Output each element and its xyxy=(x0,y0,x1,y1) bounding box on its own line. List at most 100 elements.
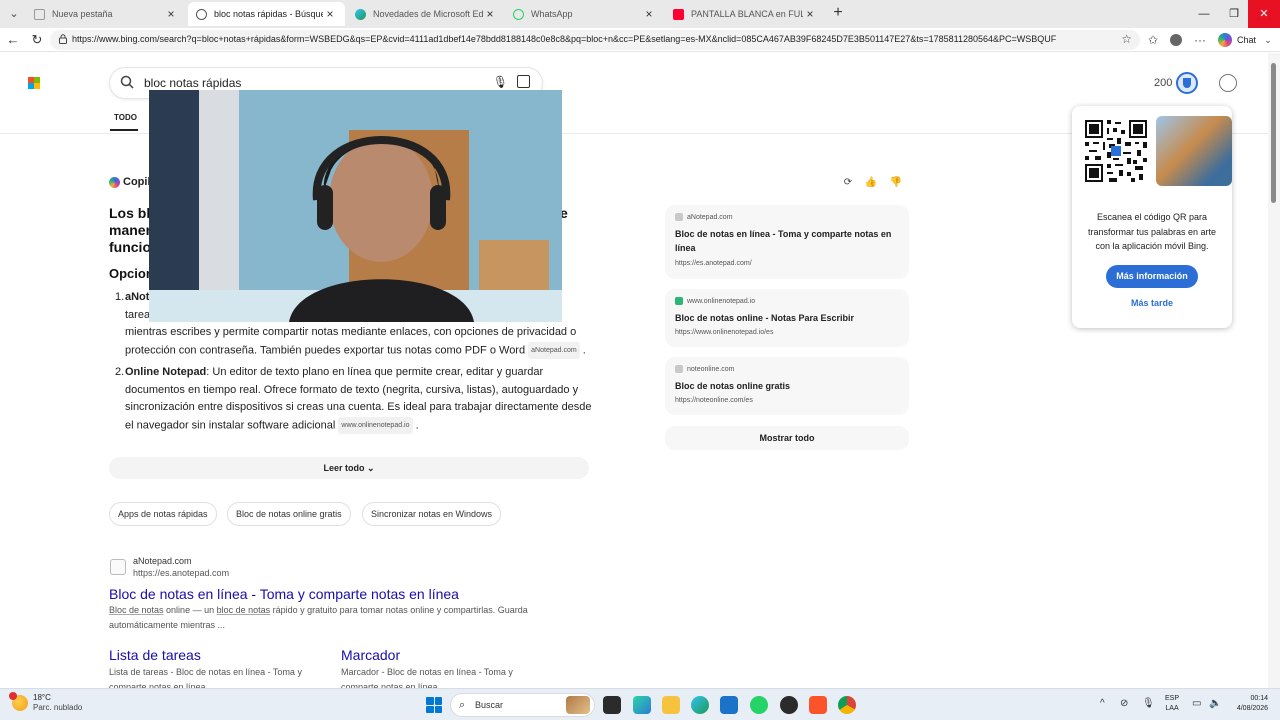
show-all-button[interactable]: Mostrar todo xyxy=(665,426,909,450)
url-text: https://www.bing.com/search?q=bloc+notas… xyxy=(72,34,1057,44)
edge-icon[interactable] xyxy=(691,696,709,714)
tab-label: PANTALLA BLANCA en FULL HD L xyxy=(691,9,803,19)
display-icon[interactable]: ▭ xyxy=(1192,698,1201,709)
read-all-button[interactable]: Leer todo ⌄ xyxy=(109,457,589,479)
rewards-icon[interactable] xyxy=(1176,72,1198,94)
scrollbar-thumb[interactable] xyxy=(1271,63,1276,203)
network-off-icon[interactable]: ⊘ xyxy=(1120,698,1128,709)
source-title: Bloc de notas online - Notas Para Escrib… xyxy=(675,313,855,323)
webcam-overlay xyxy=(149,90,562,322)
thumbs-up-icon[interactable]: 👍 xyxy=(864,177,878,191)
qr-code xyxy=(1083,118,1149,184)
tab-todo[interactable]: TODO xyxy=(114,113,137,122)
close-tab-icon[interactable]: × xyxy=(642,7,656,21)
result-title-link[interactable]: Bloc de notas en línea - Toma y comparte… xyxy=(109,586,459,602)
clock[interactable]: 00:14 4/08/2026 xyxy=(1228,694,1268,714)
search-highlight-icon xyxy=(566,696,590,714)
weather-widget[interactable]: 18°C Parc. nublado xyxy=(9,692,82,713)
rewards-points[interactable]: 200 xyxy=(1154,77,1172,89)
tab-whatsapp[interactable]: WhatsApp × xyxy=(505,2,664,26)
copy-answer-icon[interactable]: ⟳ xyxy=(841,177,855,191)
source-card[interactable]: noteonline.com Bloc de notas online grat… xyxy=(665,357,909,415)
chevron-up-icon[interactable]: ^ xyxy=(1100,698,1105,709)
sublink-title[interactable]: Marcador xyxy=(341,647,400,663)
microphone-icon[interactable]: 🎙 xyxy=(1142,698,1155,709)
new-tab-button[interactable]: + xyxy=(829,4,847,22)
promo-artwork xyxy=(1156,116,1232,186)
address-bar: ← ↻ https://www.bing.com/search?q=bloc+n… xyxy=(0,28,1280,52)
task-view-icon[interactable] xyxy=(603,696,621,714)
citation-badge[interactable]: aNotepad.com xyxy=(528,341,580,359)
refresh-button[interactable]: ↻ xyxy=(28,31,46,49)
sublink-title[interactable]: Lista de tareas xyxy=(109,647,201,663)
back-button[interactable]: ← xyxy=(4,31,22,49)
later-button[interactable]: Más tarde xyxy=(1072,298,1232,308)
tab-bar: ⌄ Nueva pestaña × bloc notas rápidas - B… xyxy=(0,0,1280,28)
qr-popup-text: Escanea el código QR para transformar tu… xyxy=(1087,212,1217,251)
close-tab-icon[interactable]: × xyxy=(483,7,497,21)
start-button[interactable] xyxy=(426,697,442,713)
chat-label: Chat xyxy=(1237,35,1257,45)
tab-edge-news[interactable]: Novedades de Microsoft Edge × xyxy=(347,2,505,26)
microsoft-logo[interactable] xyxy=(28,77,40,89)
copilot-chat-button[interactable]: Chat xyxy=(1218,31,1256,49)
whatsapp-icon[interactable] xyxy=(750,696,768,714)
result-site: aNotepad.com xyxy=(133,556,192,566)
taskbar-search[interactable]: ⌕ Buscar xyxy=(450,693,595,717)
obs-icon[interactable] xyxy=(780,696,798,714)
visual-search-icon[interactable] xyxy=(517,75,530,88)
related-chip[interactable]: Sincronizar notas en Windows xyxy=(362,502,502,526)
source-card[interactable]: aNotepad.com Bloc de notas en línea - To… xyxy=(665,205,909,279)
chrome-icon[interactable] xyxy=(838,696,856,714)
store-icon[interactable] xyxy=(720,696,738,714)
more-options-icon[interactable]: ··· xyxy=(1192,32,1208,48)
search-icon xyxy=(120,75,134,89)
source-url: https://noteonline.com/es xyxy=(675,397,753,404)
copilot-app-icon[interactable] xyxy=(633,696,651,714)
site-favicon-icon xyxy=(110,559,126,575)
answer-subheading: Opcion xyxy=(109,266,154,281)
favorites-icon[interactable]: ✩ xyxy=(1145,32,1161,48)
tab-label: Novedades de Microsoft Edge xyxy=(373,9,483,19)
profile-icon[interactable] xyxy=(1168,32,1184,48)
vertical-scrollbar[interactable] xyxy=(1268,53,1280,688)
list-item: Online Notepad: Un editor de texto plano… xyxy=(125,364,597,435)
maximize-button[interactable]: ❐ xyxy=(1218,0,1250,28)
minimize-button[interactable]: — xyxy=(1188,0,1220,28)
more-info-button[interactable]: Más información xyxy=(1106,265,1198,288)
brave-icon[interactable] xyxy=(809,696,827,714)
result-url[interactable]: https://es.anotepad.com xyxy=(133,568,229,578)
speaker-icon[interactable]: 🔈 xyxy=(1209,698,1221,709)
tab-bing-search[interactable]: bloc notas rápidas - Búsqueda × xyxy=(188,2,345,26)
close-window-button[interactable]: ✕ xyxy=(1248,0,1280,28)
copilot-icon xyxy=(1218,33,1232,47)
result-snippet: Bloc de notas online — un bloc de notas … xyxy=(109,605,528,630)
thumbs-down-icon[interactable]: 👎 xyxy=(889,177,903,191)
webcam-video xyxy=(149,90,562,322)
list-item-text: mientras escribes y permite compartir no… xyxy=(125,326,577,338)
active-tab-indicator xyxy=(110,129,138,131)
sublink-snippet: Lista de tareas - Bloc de notas en línea… xyxy=(109,667,302,688)
tab-nueva-pestana[interactable]: Nueva pestaña × xyxy=(26,2,186,26)
sublink-snippet: Marcador - Bloc de notas en línea - Toma… xyxy=(341,667,513,688)
favorite-star-icon[interactable]: ☆ xyxy=(1121,32,1132,46)
source-url: https://es.anotepad.com/ xyxy=(675,260,752,267)
close-tab-icon[interactable]: × xyxy=(164,7,178,21)
user-avatar-icon[interactable] xyxy=(1219,74,1237,92)
chevron-down-icon[interactable]: ⌄ xyxy=(1260,32,1276,48)
search-icon: ⌕ xyxy=(459,699,466,711)
related-chip[interactable]: Apps de notas rápidas xyxy=(109,502,217,526)
site-favicon-icon xyxy=(675,213,683,221)
related-chip[interactable]: Bloc de notas online gratis xyxy=(227,502,351,526)
citation-badge[interactable]: www.onlinenotepad.io xyxy=(338,416,413,434)
tab-youtube[interactable]: PANTALLA BLANCA en FULL HD L × xyxy=(665,2,825,26)
tab-list-icon[interactable]: ⌄ xyxy=(4,4,24,24)
site-favicon-icon xyxy=(675,365,683,373)
microphone-icon[interactable]: 🎙 xyxy=(493,75,508,89)
language-indicator[interactable]: ESP LAA xyxy=(1165,694,1179,714)
close-tab-icon[interactable]: × xyxy=(323,7,337,21)
url-field[interactable]: https://www.bing.com/search?q=bloc+notas… xyxy=(50,30,1140,50)
source-card[interactable]: www.onlinenotepad.io Bloc de notas onlin… xyxy=(665,289,909,347)
file-explorer-icon[interactable] xyxy=(662,696,680,714)
close-tab-icon[interactable]: × xyxy=(803,7,817,21)
